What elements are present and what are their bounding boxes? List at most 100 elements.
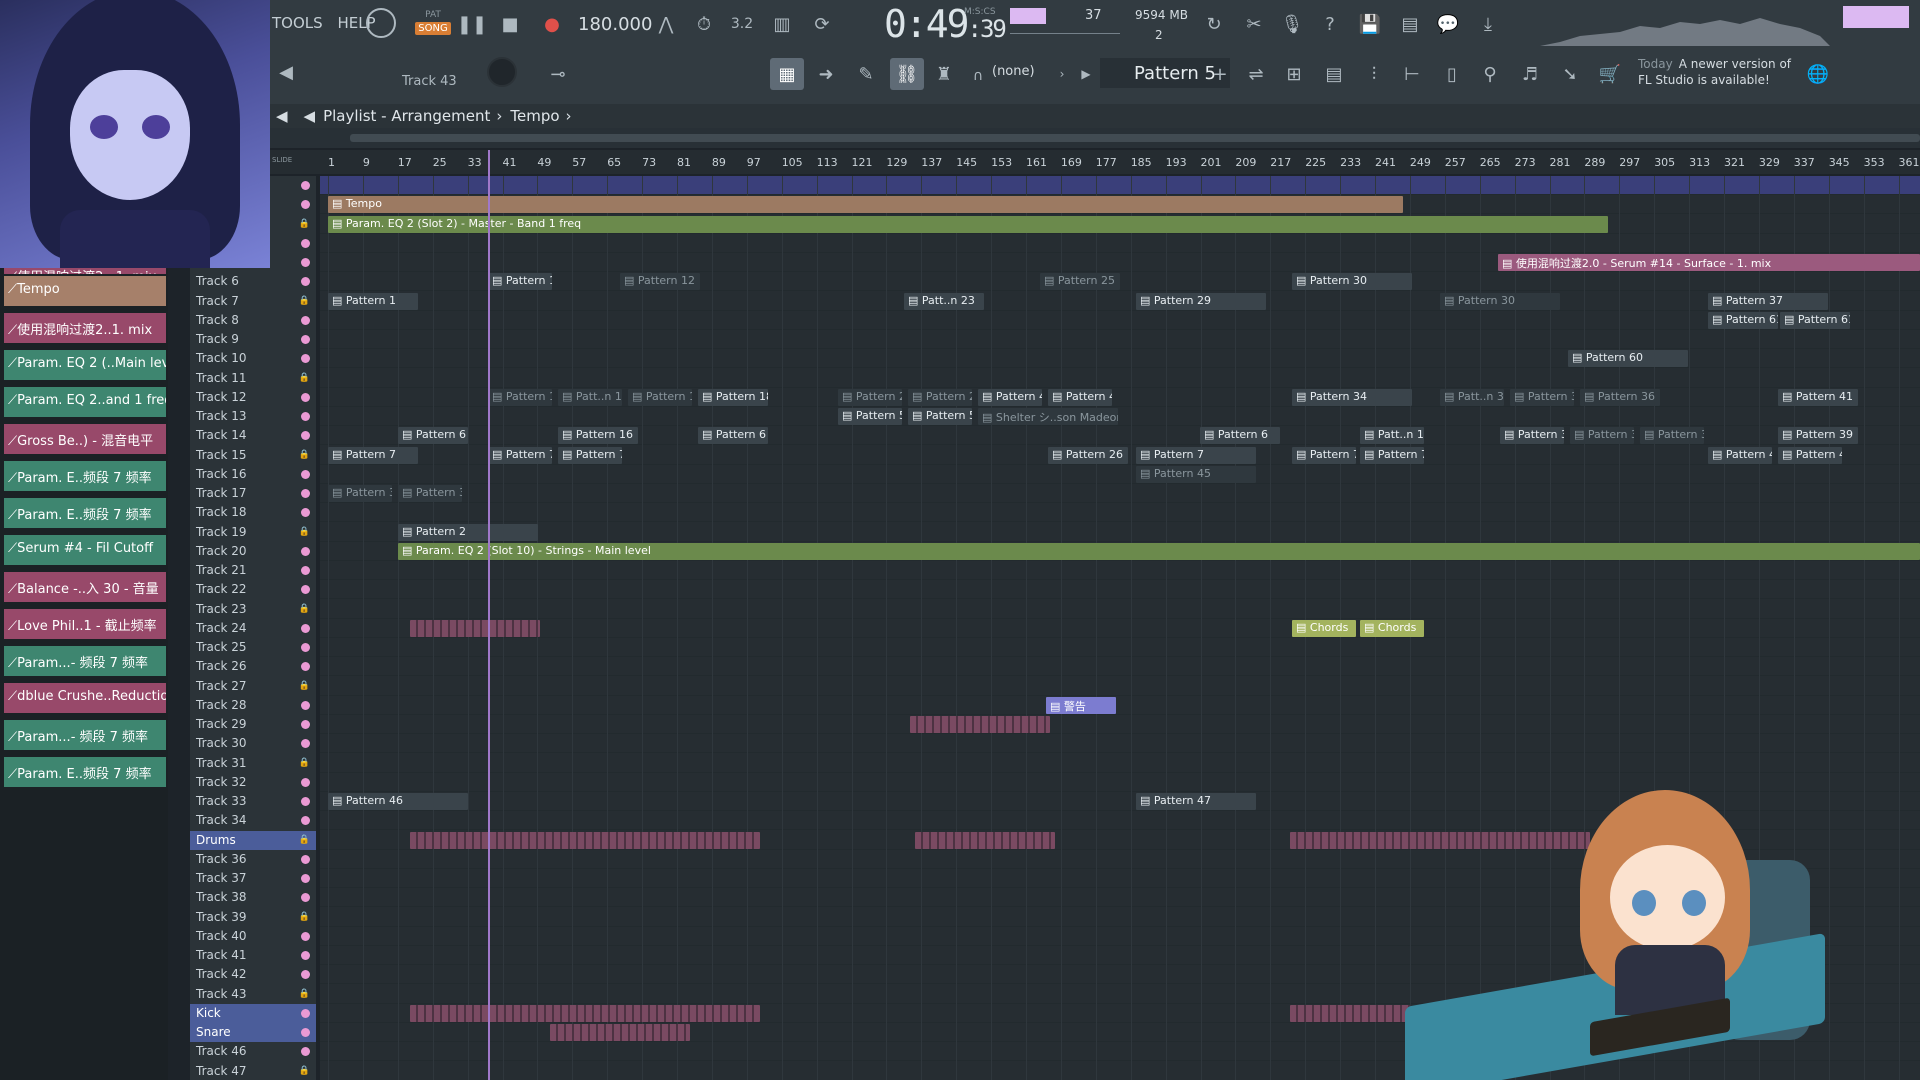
playlist-lane[interactable]	[320, 773, 1920, 792]
metronome-icon[interactable]: ⋀	[652, 10, 680, 38]
pause-icon[interactable]: ❚❚	[457, 10, 487, 38]
track-header[interactable]: Track 11 🔒	[190, 369, 316, 388]
playlist-clip[interactable]: ▤ Pattern 45	[1136, 465, 1256, 483]
playlist-lane[interactable]	[320, 985, 1920, 1004]
arrow-send-icon[interactable]: ➘	[1556, 60, 1584, 88]
playlist-clip[interactable]: ▤ Patt..n 34	[1440, 388, 1504, 406]
playlist-clip[interactable]: ▤ Pattern 25	[1040, 273, 1120, 291]
master-volume-knob[interactable]	[366, 8, 396, 38]
playlist-title[interactable]: Playlist - Arrangement	[323, 107, 490, 125]
pattern-block[interactable]	[910, 716, 1050, 733]
playlist-clip[interactable]: ▤ Patt..n 13	[558, 388, 622, 406]
playlist-clip[interactable]: ▤ Pattern 18	[698, 388, 768, 406]
instrument-icon[interactable]: ♬	[1516, 60, 1544, 88]
track-header[interactable]: Snare	[190, 1023, 316, 1042]
playlist-clip[interactable]: ▤ 警告	[1046, 696, 1116, 714]
playlist-clip[interactable]: ▤ Pattern 7	[488, 446, 552, 464]
track-enable-dot[interactable]	[301, 739, 310, 749]
track-enable-dot[interactable]	[301, 623, 310, 633]
track-enable-dot[interactable]	[301, 238, 310, 248]
track-header[interactable]: Track 13	[190, 407, 316, 426]
track-header[interactable]: Track 20	[190, 542, 316, 561]
pattern-block[interactable]	[410, 1004, 760, 1022]
browser-automation-item[interactable]: ⟋Param. EQ 2 (..Main level	[4, 350, 166, 380]
track-header[interactable]: Track 18	[190, 503, 316, 522]
playlist-clip[interactable]: ▤ Pattern 1	[328, 292, 418, 310]
lock-icon[interactable]: 🔒	[299, 604, 310, 614]
playlist-clip[interactable]: ▤ Pattern 42	[1048, 388, 1112, 406]
playlist-lane[interactable]	[320, 869, 1920, 888]
horizontal-scrollbar[interactable]	[270, 128, 1920, 148]
playlist-lane[interactable]	[320, 523, 1920, 542]
playlist-lane[interactable]	[320, 908, 1920, 927]
playlist-lane[interactable]	[320, 619, 1920, 638]
playlist-clip[interactable]: ▤ Pattern 7	[1360, 446, 1424, 464]
microphone-icon[interactable]: 🎙	[1278, 10, 1306, 38]
track-header[interactable]: Track 7 🔒	[190, 292, 316, 311]
track-enable-dot[interactable]	[301, 258, 310, 267]
track-header[interactable]: Track 32	[190, 773, 316, 792]
track-enable-dot[interactable]	[301, 469, 310, 479]
arrow-icon[interactable]: ➜	[812, 60, 840, 88]
tempo-display[interactable]: 180.000	[578, 14, 652, 35]
playlist-icon[interactable]: ▦	[770, 58, 804, 90]
browser-automation-item[interactable]: ⟋Param. E..频段 7 频率	[4, 461, 166, 491]
playlist-lane[interactable]	[320, 927, 1920, 946]
magnet-icon[interactable]: ∩	[964, 62, 992, 90]
wait-for-input-icon[interactable]: ⏱	[690, 10, 718, 38]
playlist-clip[interactable]: ▤ Pattern 40	[1708, 446, 1772, 464]
playlist-clip[interactable]: ▤ Pattern 30	[1292, 273, 1412, 291]
track-header[interactable]: Track 16	[190, 465, 316, 484]
playlist-clip[interactable]: ▤ Pattern 56	[908, 408, 972, 425]
playlist-lane[interactable]	[320, 465, 1920, 484]
playlist-clip[interactable]: ▤ Patt..n 23	[904, 292, 984, 310]
track-header[interactable]: Track 26	[190, 657, 316, 676]
playlist-clip[interactable]: ▤ Pattern 3	[398, 485, 462, 502]
playlist-clip[interactable]: ▤ Shelter シ..son Madeon	[978, 408, 1118, 425]
browser-automation-item[interactable]: ⟋Param. EQ 2..and 1 freq	[4, 387, 166, 417]
track-enable-dot[interactable]	[301, 720, 310, 729]
track-header[interactable]: Track 34	[190, 811, 316, 830]
playhead[interactable]	[488, 150, 490, 1080]
track-header[interactable]: Track 37	[190, 869, 316, 888]
chat-icon[interactable]: 💬	[1434, 10, 1462, 38]
playlist-clip[interactable]: ▤ Pattern 13	[628, 388, 692, 406]
playlist-clip[interactable]: ▤ Pattern 60	[1568, 350, 1688, 368]
playlist-clip[interactable]: ▤ Pattern 7	[1292, 446, 1356, 464]
playlist-lane[interactable]	[320, 311, 1920, 330]
pattern-block[interactable]	[1290, 1004, 1410, 1022]
link-icon[interactable]: ⛓	[890, 58, 924, 90]
lock-icon[interactable]: 🔒	[299, 1066, 310, 1076]
playlist-clip[interactable]: ▤ 使用混响过渡2.0 - Serum #14 - Surface - 1. m…	[1498, 254, 1920, 271]
track-enable-dot[interactable]	[301, 700, 310, 710]
track-header[interactable]: Track 10	[190, 349, 316, 368]
shop-icon[interactable]: 🛒	[1596, 60, 1624, 88]
pattern-block[interactable]	[1290, 831, 1590, 849]
track-header[interactable]: Track 28	[190, 696, 316, 715]
track-enable-dot[interactable]	[301, 951, 310, 960]
track-enable-dot[interactable]	[301, 777, 310, 787]
track-enable-dot[interactable]	[301, 200, 310, 210]
playlist-lane[interactable]	[320, 484, 1920, 503]
playlist-clip[interactable]: ▤ Chords	[1292, 619, 1356, 637]
playlist-clip[interactable]: ▤ Pattern 16	[558, 427, 638, 445]
playlist-clip[interactable]: ▤ Pattern 12	[620, 273, 700, 291]
stop-icon[interactable]: ■	[496, 10, 524, 38]
track-header[interactable]: Track 38	[190, 888, 316, 907]
playlist-clip[interactable]: ▤ Chords	[1360, 619, 1424, 637]
track-header[interactable]: Track 24	[190, 619, 316, 638]
playlist-clip[interactable]: ▤ Pattern 61	[1708, 311, 1778, 329]
playlist-clip[interactable]: ▤ Pattern 34	[1510, 388, 1574, 406]
pattern-block[interactable]	[410, 831, 760, 849]
browser-automation-item[interactable]: ⟋Gross Be..) - 混音电平	[4, 424, 166, 454]
track-header[interactable]: Track 31 🔒	[190, 754, 316, 773]
playlist-lane[interactable]	[320, 734, 1920, 754]
play-pattern-icon[interactable]: ▶	[1072, 60, 1100, 88]
playlist-lane[interactable]	[320, 369, 1920, 388]
track-header[interactable]: Track 41	[190, 946, 316, 965]
track-header[interactable]: Track 23 🔒	[190, 600, 316, 619]
download-icon[interactable]: ⤓	[1474, 10, 1502, 38]
track-header[interactable]: Track 17	[190, 484, 316, 503]
track-enable-dot[interactable]	[301, 412, 310, 421]
piano-roll-icon[interactable]: ▤	[1320, 60, 1348, 88]
